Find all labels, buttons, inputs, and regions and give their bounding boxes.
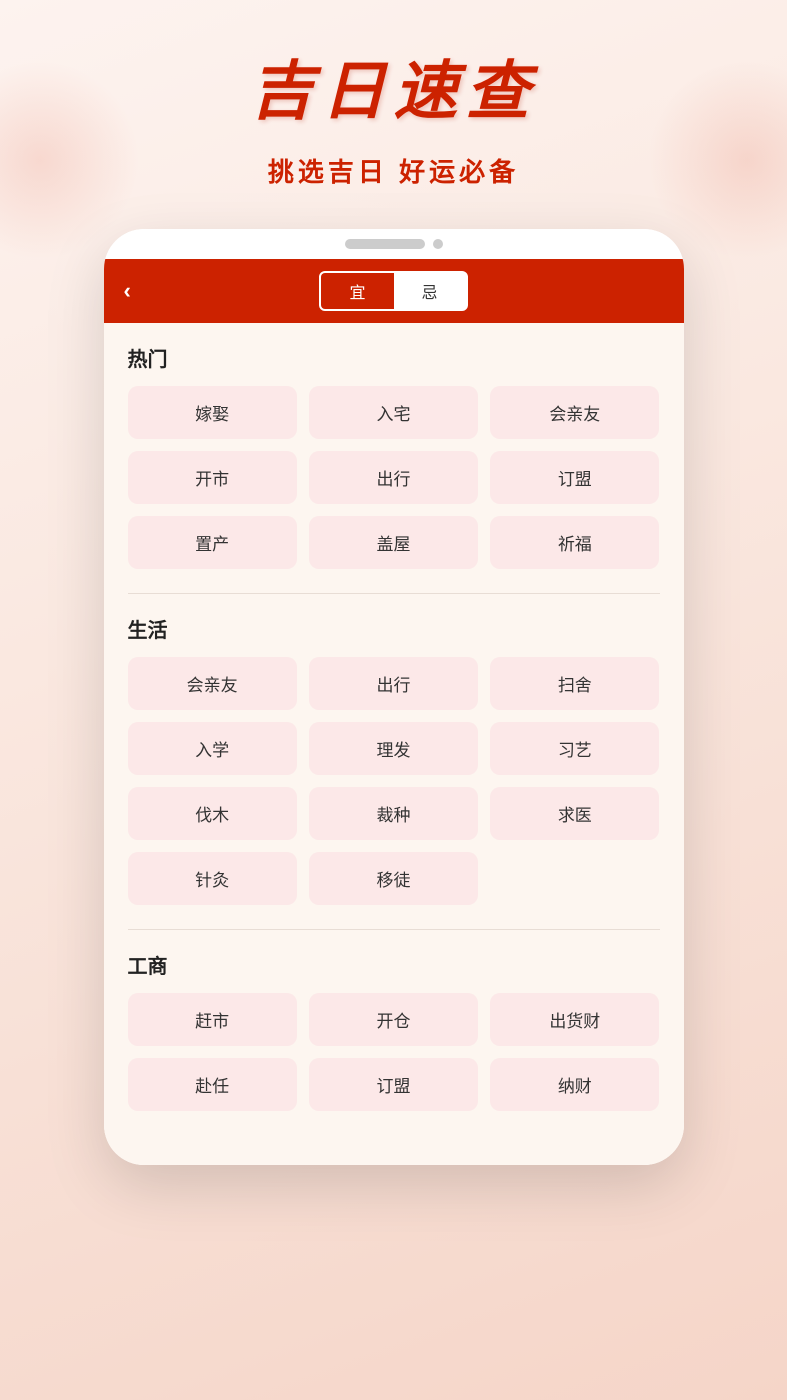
- app-header: ‹ 宜 忌: [104, 259, 684, 323]
- btn-zhichan[interactable]: 置产: [128, 516, 297, 569]
- hotspot-grid: 嫁娶 入宅 会亲友 开市 出行 订盟 置产 盖屋 祈福: [128, 386, 660, 569]
- btn-jiaju[interactable]: 嫁娶: [128, 386, 297, 439]
- btn-dingmeng2[interactable]: 订盟: [309, 1058, 478, 1111]
- app-content: 热门 嫁娶 入宅 会亲友 开市 出行 订盟 置产 盖屋 祈福 生活 会: [104, 323, 684, 1165]
- section-hotspot-title: 热门: [128, 343, 660, 372]
- section-business-title: 工商: [128, 950, 660, 979]
- phone-notch: [345, 239, 425, 249]
- sub-title: 挑选吉日 好运必备: [268, 152, 519, 189]
- btn-chuxing1[interactable]: 出行: [309, 451, 478, 504]
- section-life: 生活 会亲友 出行 扫舍 入学 理发 习艺 伐木 裁种 求医 针灸 移徒: [128, 614, 660, 905]
- section-life-title: 生活: [128, 614, 660, 643]
- phone-mockup: ‹ 宜 忌 热门 嫁娶 入宅 会亲友 开市 出行 订盟 置产 盖屋: [104, 229, 684, 1165]
- btn-ganshi[interactable]: 赶市: [128, 993, 297, 1046]
- btn-huiqinyou1[interactable]: 会亲友: [490, 386, 659, 439]
- btn-famu[interactable]: 伐木: [128, 787, 297, 840]
- btn-dingmeng1[interactable]: 订盟: [490, 451, 659, 504]
- btn-nacai[interactable]: 纳财: [490, 1058, 659, 1111]
- tab-group: 宜 忌: [319, 271, 467, 311]
- btn-qiuyi[interactable]: 求医: [490, 787, 659, 840]
- divider-1: [128, 593, 660, 594]
- divider-2: [128, 929, 660, 930]
- btn-kaishi[interactable]: 开市: [128, 451, 297, 504]
- btn-saoshe[interactable]: 扫舍: [490, 657, 659, 710]
- phone-camera: [433, 239, 443, 249]
- phone-top-bar: [104, 229, 684, 259]
- btn-ruxue[interactable]: 入学: [128, 722, 297, 775]
- section-business: 工商 赶市 开仓 出货财 赴任 订盟 纳财: [128, 950, 660, 1111]
- page-wrapper: 吉日速查 挑选吉日 好运必备 ‹ 宜 忌 热门 嫁娶 入宅 会亲友: [0, 0, 787, 1165]
- btn-yitu[interactable]: 移徒: [309, 852, 478, 905]
- business-grid: 赶市 开仓 出货财 赴任 订盟 纳财: [128, 993, 660, 1111]
- btn-ruzhai[interactable]: 入宅: [309, 386, 478, 439]
- btn-huiqinyou2[interactable]: 会亲友: [128, 657, 297, 710]
- btn-chuxing2[interactable]: 出行: [309, 657, 478, 710]
- btn-lifa[interactable]: 理发: [309, 722, 478, 775]
- btn-caizhong[interactable]: 裁种: [309, 787, 478, 840]
- btn-kaicang[interactable]: 开仓: [309, 993, 478, 1046]
- btn-xiyi[interactable]: 习艺: [490, 722, 659, 775]
- main-title: 吉日速查: [250, 40, 538, 132]
- btn-gaiwu[interactable]: 盖屋: [309, 516, 478, 569]
- life-grid: 会亲友 出行 扫舍 入学 理发 习艺 伐木 裁种 求医: [128, 657, 660, 840]
- life-grid-last: 针灸 移徒: [128, 852, 660, 905]
- btn-chuhuocai[interactable]: 出货财: [490, 993, 659, 1046]
- btn-zhenjiu[interactable]: 针灸: [128, 852, 297, 905]
- btn-qifu[interactable]: 祈福: [490, 516, 659, 569]
- tab-yi[interactable]: 宜: [321, 273, 393, 309]
- tab-ji[interactable]: 忌: [394, 273, 466, 309]
- btn-furen[interactable]: 赴任: [128, 1058, 297, 1111]
- back-button[interactable]: ‹: [124, 278, 131, 304]
- section-hotspot: 热门 嫁娶 入宅 会亲友 开市 出行 订盟 置产 盖屋 祈福: [128, 343, 660, 569]
